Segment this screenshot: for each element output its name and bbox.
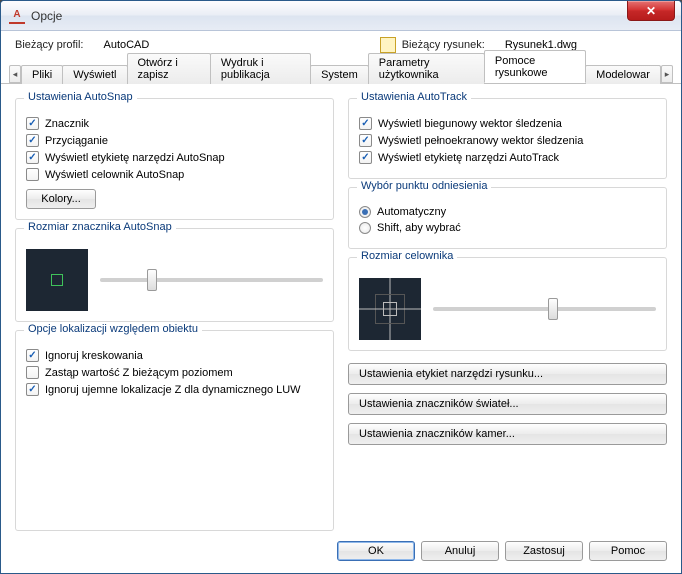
lights-button[interactable]: Ustawienia znaczników świateł... [348,393,667,415]
lbl-polar: Wyświetl biegunowy wektor śledzenia [378,118,562,130]
profile-value: AutoCAD [103,39,149,51]
lbl-negz: Ignoruj ujemne lokalizacje Z dla dynamic… [45,384,301,396]
aperture-size-slider[interactable] [433,307,656,311]
autosnap-group: Ustawienia AutoSnap ✓Znacznik ✓Przyciąga… [15,98,334,220]
cancel-button[interactable]: Anuluj [421,541,499,561]
chk-fullscreen[interactable]: ✓ [359,134,372,147]
objloc-title: Opcje lokalizacji względem obiektu [24,323,202,335]
chk-aperture[interactable]: ✓ [26,168,39,181]
tab-param[interactable]: Parametry użytkownika [368,53,485,84]
lbl-marker: Znacznik [45,118,89,130]
crosshair-icon [359,278,421,340]
radio-auto[interactable] [359,206,371,218]
autotrack-group: Ustawienia AutoTrack ✓Wyświetl biegunowy… [348,98,667,179]
chk-marker[interactable]: ✓ [26,117,39,130]
lbl-autotrack-tooltips: Wyświetl etykietę narzędzi AutoTrack [378,152,559,164]
apply-button[interactable]: Zastosuj [505,541,583,561]
drawing-label: Bieżący rysunek: [402,39,485,51]
tab-pliki[interactable]: Pliki [21,65,63,84]
tab-modelowanie[interactable]: Modelowar [585,65,661,84]
square-mark-icon [51,274,63,286]
marker-size-group: Rozmiar znacznika AutoSnap [15,228,334,322]
chk-negz[interactable]: ✓ [26,383,39,396]
lbl-auto: Automatyczny [377,206,446,218]
app-icon: A [9,8,25,24]
lbl-replacez: Zastąp wartość Z bieżącym poziomem [45,367,233,379]
left-column: Ustawienia AutoSnap ✓Znacznik ✓Przyciąga… [15,98,334,531]
lbl-hatch: Ignoruj kreskowania [45,350,143,362]
tab-scroll-right[interactable]: ▸ [661,65,673,83]
aperture-size-title: Rozmiar celownika [357,250,457,262]
marker-size-title: Rozmiar znacznika AutoSnap [24,221,176,233]
objloc-group: Opcje lokalizacji względem obiektu ✓Igno… [15,330,334,531]
options-window: A Opcje ✕ Bieżący profil: AutoCAD Bieżąc… [0,0,682,574]
tab-system[interactable]: System [310,65,369,84]
tab-strip: ◂ Pliki Wyświetl Otwórz i zapisz Wydruk … [1,61,681,84]
tab-otworz[interactable]: Otwórz i zapisz [127,53,211,84]
chk-replacez[interactable]: ✓ [26,366,39,379]
colors-button[interactable]: Kolory... [26,189,96,209]
drawing-icon [380,37,396,53]
aperture-size-group: Rozmiar celownika [348,257,667,351]
autotrack-title: Ustawienia AutoTrack [357,91,471,103]
lbl-fullscreen: Wyświetl pełnoekranowy wektor śledzenia [378,135,583,147]
chk-autotrack-tooltips[interactable]: ✓ [359,151,372,164]
button-bar: OK Anuluj Zastosuj Pomoc [1,531,681,573]
radio-shift[interactable] [359,222,371,234]
chk-polar[interactable]: ✓ [359,117,372,130]
marker-preview [26,249,88,311]
marker-size-slider[interactable] [100,278,323,282]
autosnap-title: Ustawienia AutoSnap [24,91,137,103]
lbl-przyciaganie: Przyciąganie [45,135,108,147]
profile-label: Bieżący profil: [15,39,83,51]
help-button[interactable]: Pomoc [589,541,667,561]
close-button[interactable]: ✕ [627,0,675,21]
chk-przyciaganie[interactable]: ✓ [26,134,39,147]
tab-content: Ustawienia AutoSnap ✓ Znacznik ✓ Przyciąga… [1,84,681,531]
close-icon: ✕ [646,4,656,18]
chk-hatch[interactable]: ✓ [26,349,39,362]
tab-pomoce[interactable]: Pomoce rysunkowe [484,50,586,83]
tab-scroll-left[interactable]: ◂ [9,65,21,83]
window-title: Opcje [31,9,62,23]
ok-button[interactable]: OK [337,541,415,561]
tab-wydruk[interactable]: Wydruk i publikacja [210,53,311,84]
lbl-autosnap-tooltips: Wyświetl etykietę narzędzi AutoSnap [45,152,225,164]
aperture-preview [359,278,421,340]
alignment-group: Wybór punktu odniesienia Automatyczny Sh… [348,187,667,249]
alignment-title: Wybór punktu odniesienia [357,180,491,192]
tab-wyswietl[interactable]: Wyświetl [62,65,127,84]
chk-autosnap-tooltips[interactable]: ✓ [26,151,39,164]
drafting-tooltips-button[interactable]: Ustawienia etykiet narzędzi rysunku... [348,363,667,385]
lbl-shift: Shift, aby wybrać [377,222,461,234]
right-column: Ustawienia AutoTrack ✓Wyświetl biegunowy… [348,98,667,531]
titlebar[interactable]: A Opcje ✕ [1,1,681,31]
lbl-aperture: Wyświetl celownik AutoSnap [45,169,184,181]
cameras-button[interactable]: Ustawienia znaczników kamer... [348,423,667,445]
